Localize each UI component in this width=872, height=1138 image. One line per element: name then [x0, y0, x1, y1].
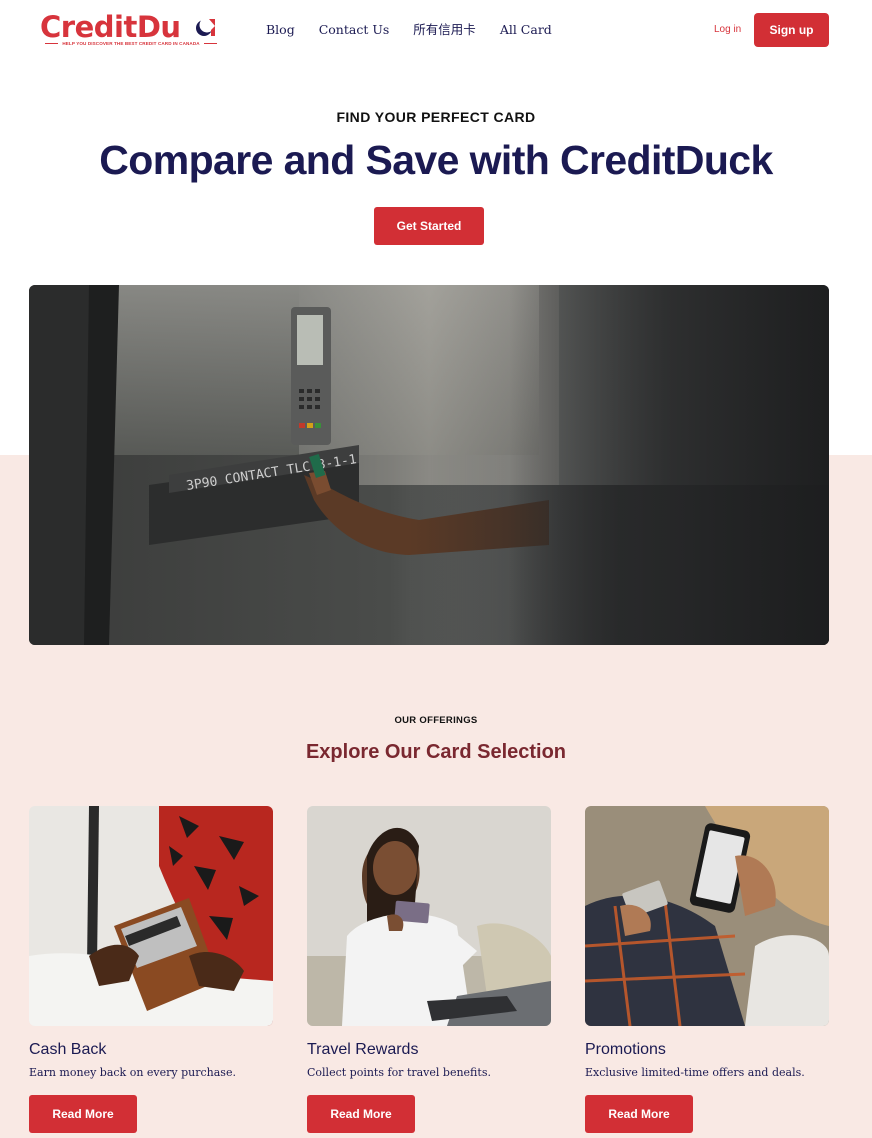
wallet-photo-icon [29, 806, 273, 1026]
get-started-button[interactable]: Get Started [374, 207, 484, 245]
read-more-button[interactable]: Read More [307, 1095, 415, 1133]
offering-card-travel-rewards: Travel Rewards Collect points for travel… [307, 806, 551, 1133]
hero-title: Compare and Save with CreditDuck [99, 137, 773, 183]
login-link[interactable]: Log in [714, 23, 741, 37]
card-description: Earn money back on every purchase. [29, 1066, 236, 1079]
read-more-button[interactable]: Read More [29, 1095, 137, 1133]
nav-contact-us[interactable]: Contact Us [319, 22, 390, 38]
nav-blog[interactable]: Blog [266, 22, 295, 38]
creditduck-logo[interactable]: CreditDu HELP YOU DISCOVER THE BEST CRED… [40, 10, 220, 48]
hero-image-taxi-payment: 3P90 CONTACT TLC 3-1-1 [29, 285, 829, 645]
main-nav: Blog Contact Us 所有信用卡 All Card [266, 22, 552, 38]
signup-button[interactable]: Sign up [754, 13, 829, 47]
card-title: Promotions [585, 1041, 666, 1058]
hero-eyebrow: FIND YOUR PERFECT CARD [336, 109, 536, 125]
read-more-button[interactable]: Read More [585, 1095, 693, 1133]
nav-all-card[interactable]: All Card [500, 22, 552, 38]
phone-card-photo-icon [585, 806, 829, 1026]
offering-card-promotions: Promotions Exclusive limited-time offers… [585, 806, 829, 1133]
logo-wordmark: CreditDu [40, 10, 181, 44]
site-header: CreditDu HELP YOU DISCOVER THE BEST CRED… [0, 0, 872, 62]
nav-all-cards-chinese[interactable]: 所有信用卡 [413, 22, 476, 38]
card-description: Collect points for travel benefits. [307, 1066, 491, 1079]
woman-card-photo-icon [307, 806, 551, 1026]
card-description: Exclusive limited-time offers and deals. [585, 1066, 805, 1079]
logo-tagline-text: HELP YOU DISCOVER THE BEST CREDIT CARD I… [62, 40, 200, 46]
offerings-eyebrow: OUR OFFERINGS [394, 715, 478, 726]
offerings-title: Explore Our Card Selection [305, 741, 567, 763]
card-title: Travel Rewards [307, 1041, 419, 1058]
logo-tagline: HELP YOU DISCOVER THE BEST CREDIT CARD I… [45, 40, 218, 46]
card-title: Cash Back [29, 1041, 107, 1058]
duck-logo-icon [196, 17, 215, 36]
offering-card-cash-back: Cash Back Earn money back on every purch… [29, 806, 273, 1133]
